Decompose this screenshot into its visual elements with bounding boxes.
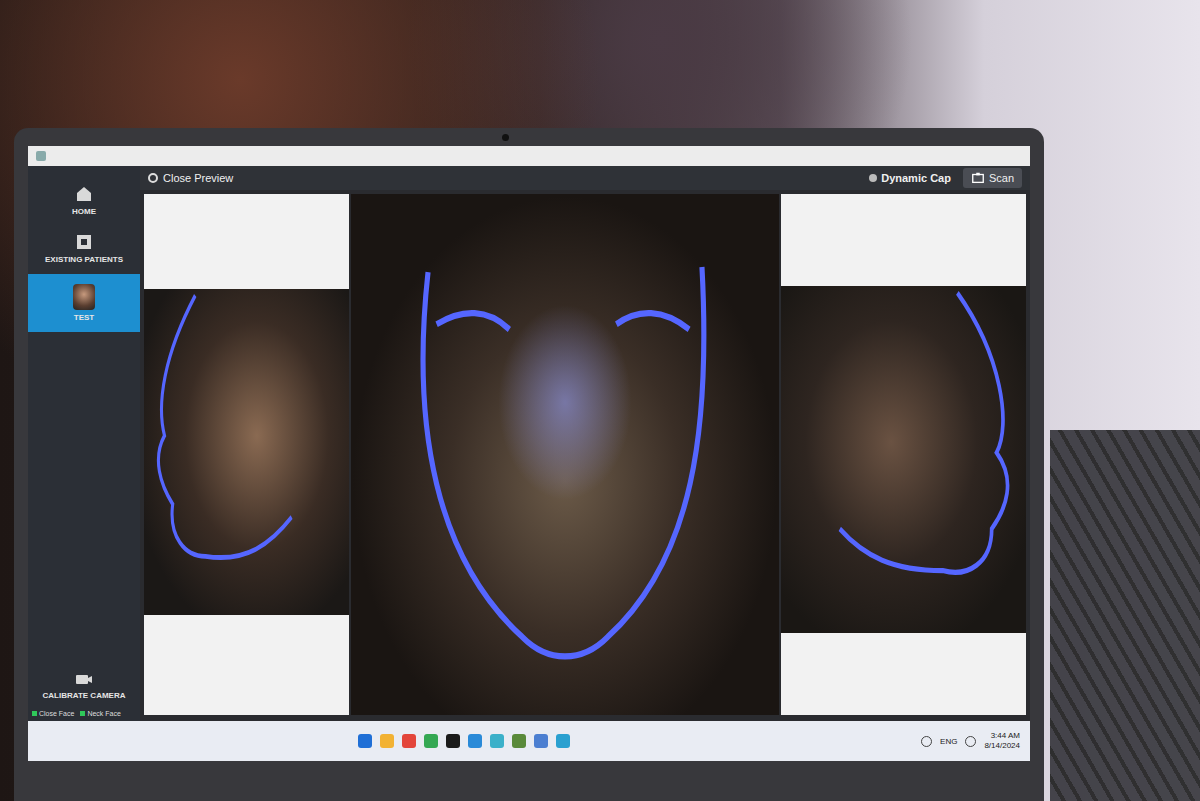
- status-dot: [80, 711, 85, 716]
- header-actions: Dynamic Cap Scan: [869, 168, 1022, 188]
- taskbar-apps: [358, 734, 570, 748]
- profile-guide-icon: [144, 289, 349, 615]
- close-preview-label: Close Preview: [163, 172, 233, 184]
- app-icon[interactable]: [512, 734, 526, 748]
- sidebar-item[interactable]: HOME: [28, 178, 140, 222]
- status-label: Close Face: [39, 710, 74, 717]
- camera-views: [140, 190, 1030, 721]
- app-icon[interactable]: [468, 734, 482, 748]
- scan-label: Scan: [989, 172, 1014, 184]
- mode-label: Dynamic Cap: [881, 172, 951, 184]
- app-icon[interactable]: [490, 734, 504, 748]
- app-icon[interactable]: [380, 734, 394, 748]
- dynamic-capture-toggle[interactable]: Dynamic Cap: [869, 172, 951, 184]
- close-preview-button[interactable]: Close Preview: [148, 172, 233, 184]
- camera-view: [351, 194, 779, 715]
- app-icon[interactable]: [556, 734, 570, 748]
- speaker-icon[interactable]: [965, 736, 976, 747]
- taskbar: ENG 3:44 AM8/14/2024: [28, 721, 1030, 761]
- avatar-icon: [73, 284, 95, 310]
- status-row: Close Face Neck Face: [28, 710, 140, 717]
- title-bar: [28, 146, 1030, 166]
- sidebar-item[interactable]: TEST: [28, 274, 140, 332]
- language-label[interactable]: ENG: [940, 737, 957, 746]
- cables: [1050, 430, 1200, 801]
- status-item: Neck Face: [80, 710, 120, 717]
- sidebar-label: HOME: [72, 207, 96, 216]
- home-icon: [74, 184, 94, 204]
- calibrate-button[interactable]: CALIBRATE CAMERA: [28, 669, 140, 700]
- app-icon[interactable]: [424, 734, 438, 748]
- calibrate-label: CALIBRATE CAMERA: [43, 691, 126, 700]
- status-label: Neck Face: [87, 710, 120, 717]
- status-dot: [32, 711, 37, 716]
- face-guide-icon: [351, 194, 779, 715]
- preview-header: Close Preview Dynamic Cap Scan: [140, 166, 1030, 190]
- webcam-icon: [502, 134, 509, 141]
- sidebar-item[interactable]: EXISTING PATIENTS: [28, 226, 140, 270]
- camera-photo: [144, 289, 349, 615]
- date-label: 8/14/2024: [984, 741, 1020, 751]
- app-icon[interactable]: [402, 734, 416, 748]
- preview-area: Close Preview Dynamic Cap Scan: [140, 166, 1030, 721]
- app-body: HOME EXISTING PATIENTS TEST CALIBRATE CAMER…: [28, 166, 1030, 721]
- camera-view: [781, 194, 1026, 715]
- app-icon: [36, 151, 46, 161]
- sidebar-label: TEST: [74, 313, 94, 322]
- camera-photo: [351, 194, 779, 715]
- camera-photo: [781, 286, 1026, 633]
- clock[interactable]: 3:44 AM8/14/2024: [984, 731, 1020, 750]
- wifi-icon[interactable]: [921, 736, 932, 747]
- sidebar-footer: CALIBRATE CAMERA Close Face Neck Face: [28, 669, 140, 721]
- system-tray: ENG 3:44 AM8/14/2024: [921, 731, 1020, 750]
- photo-scene: HOME EXISTING PATIENTS TEST CALIBRATE CAMER…: [0, 0, 1200, 801]
- laptop: HOME EXISTING PATIENTS TEST CALIBRATE CAMER…: [14, 128, 1044, 801]
- app-icon[interactable]: [446, 734, 460, 748]
- sidebar-label: EXISTING PATIENTS: [45, 255, 123, 264]
- blank-panel: [781, 633, 1026, 715]
- scan-button[interactable]: Scan: [963, 168, 1022, 188]
- sidebar-list: HOME EXISTING PATIENTS TEST: [28, 166, 140, 332]
- scan-icon: [971, 171, 985, 185]
- profile-guide-icon: [781, 286, 1026, 633]
- time-label: 3:44 AM: [991, 731, 1020, 741]
- camera-icon: [74, 669, 94, 689]
- sidebar: HOME EXISTING PATIENTS TEST CALIBRATE CAMER…: [28, 166, 140, 721]
- radio-icon: [869, 174, 877, 182]
- back-icon: [148, 173, 158, 183]
- app-icon[interactable]: [358, 734, 372, 748]
- camera-view: [144, 194, 349, 715]
- blank-panel: [144, 194, 349, 289]
- status-item: Close Face: [32, 710, 74, 717]
- screen: HOME EXISTING PATIENTS TEST CALIBRATE CAMER…: [28, 146, 1030, 761]
- blank-panel: [781, 194, 1026, 286]
- blank-panel: [144, 615, 349, 715]
- folder-icon: [74, 232, 94, 252]
- app-icon[interactable]: [534, 734, 548, 748]
